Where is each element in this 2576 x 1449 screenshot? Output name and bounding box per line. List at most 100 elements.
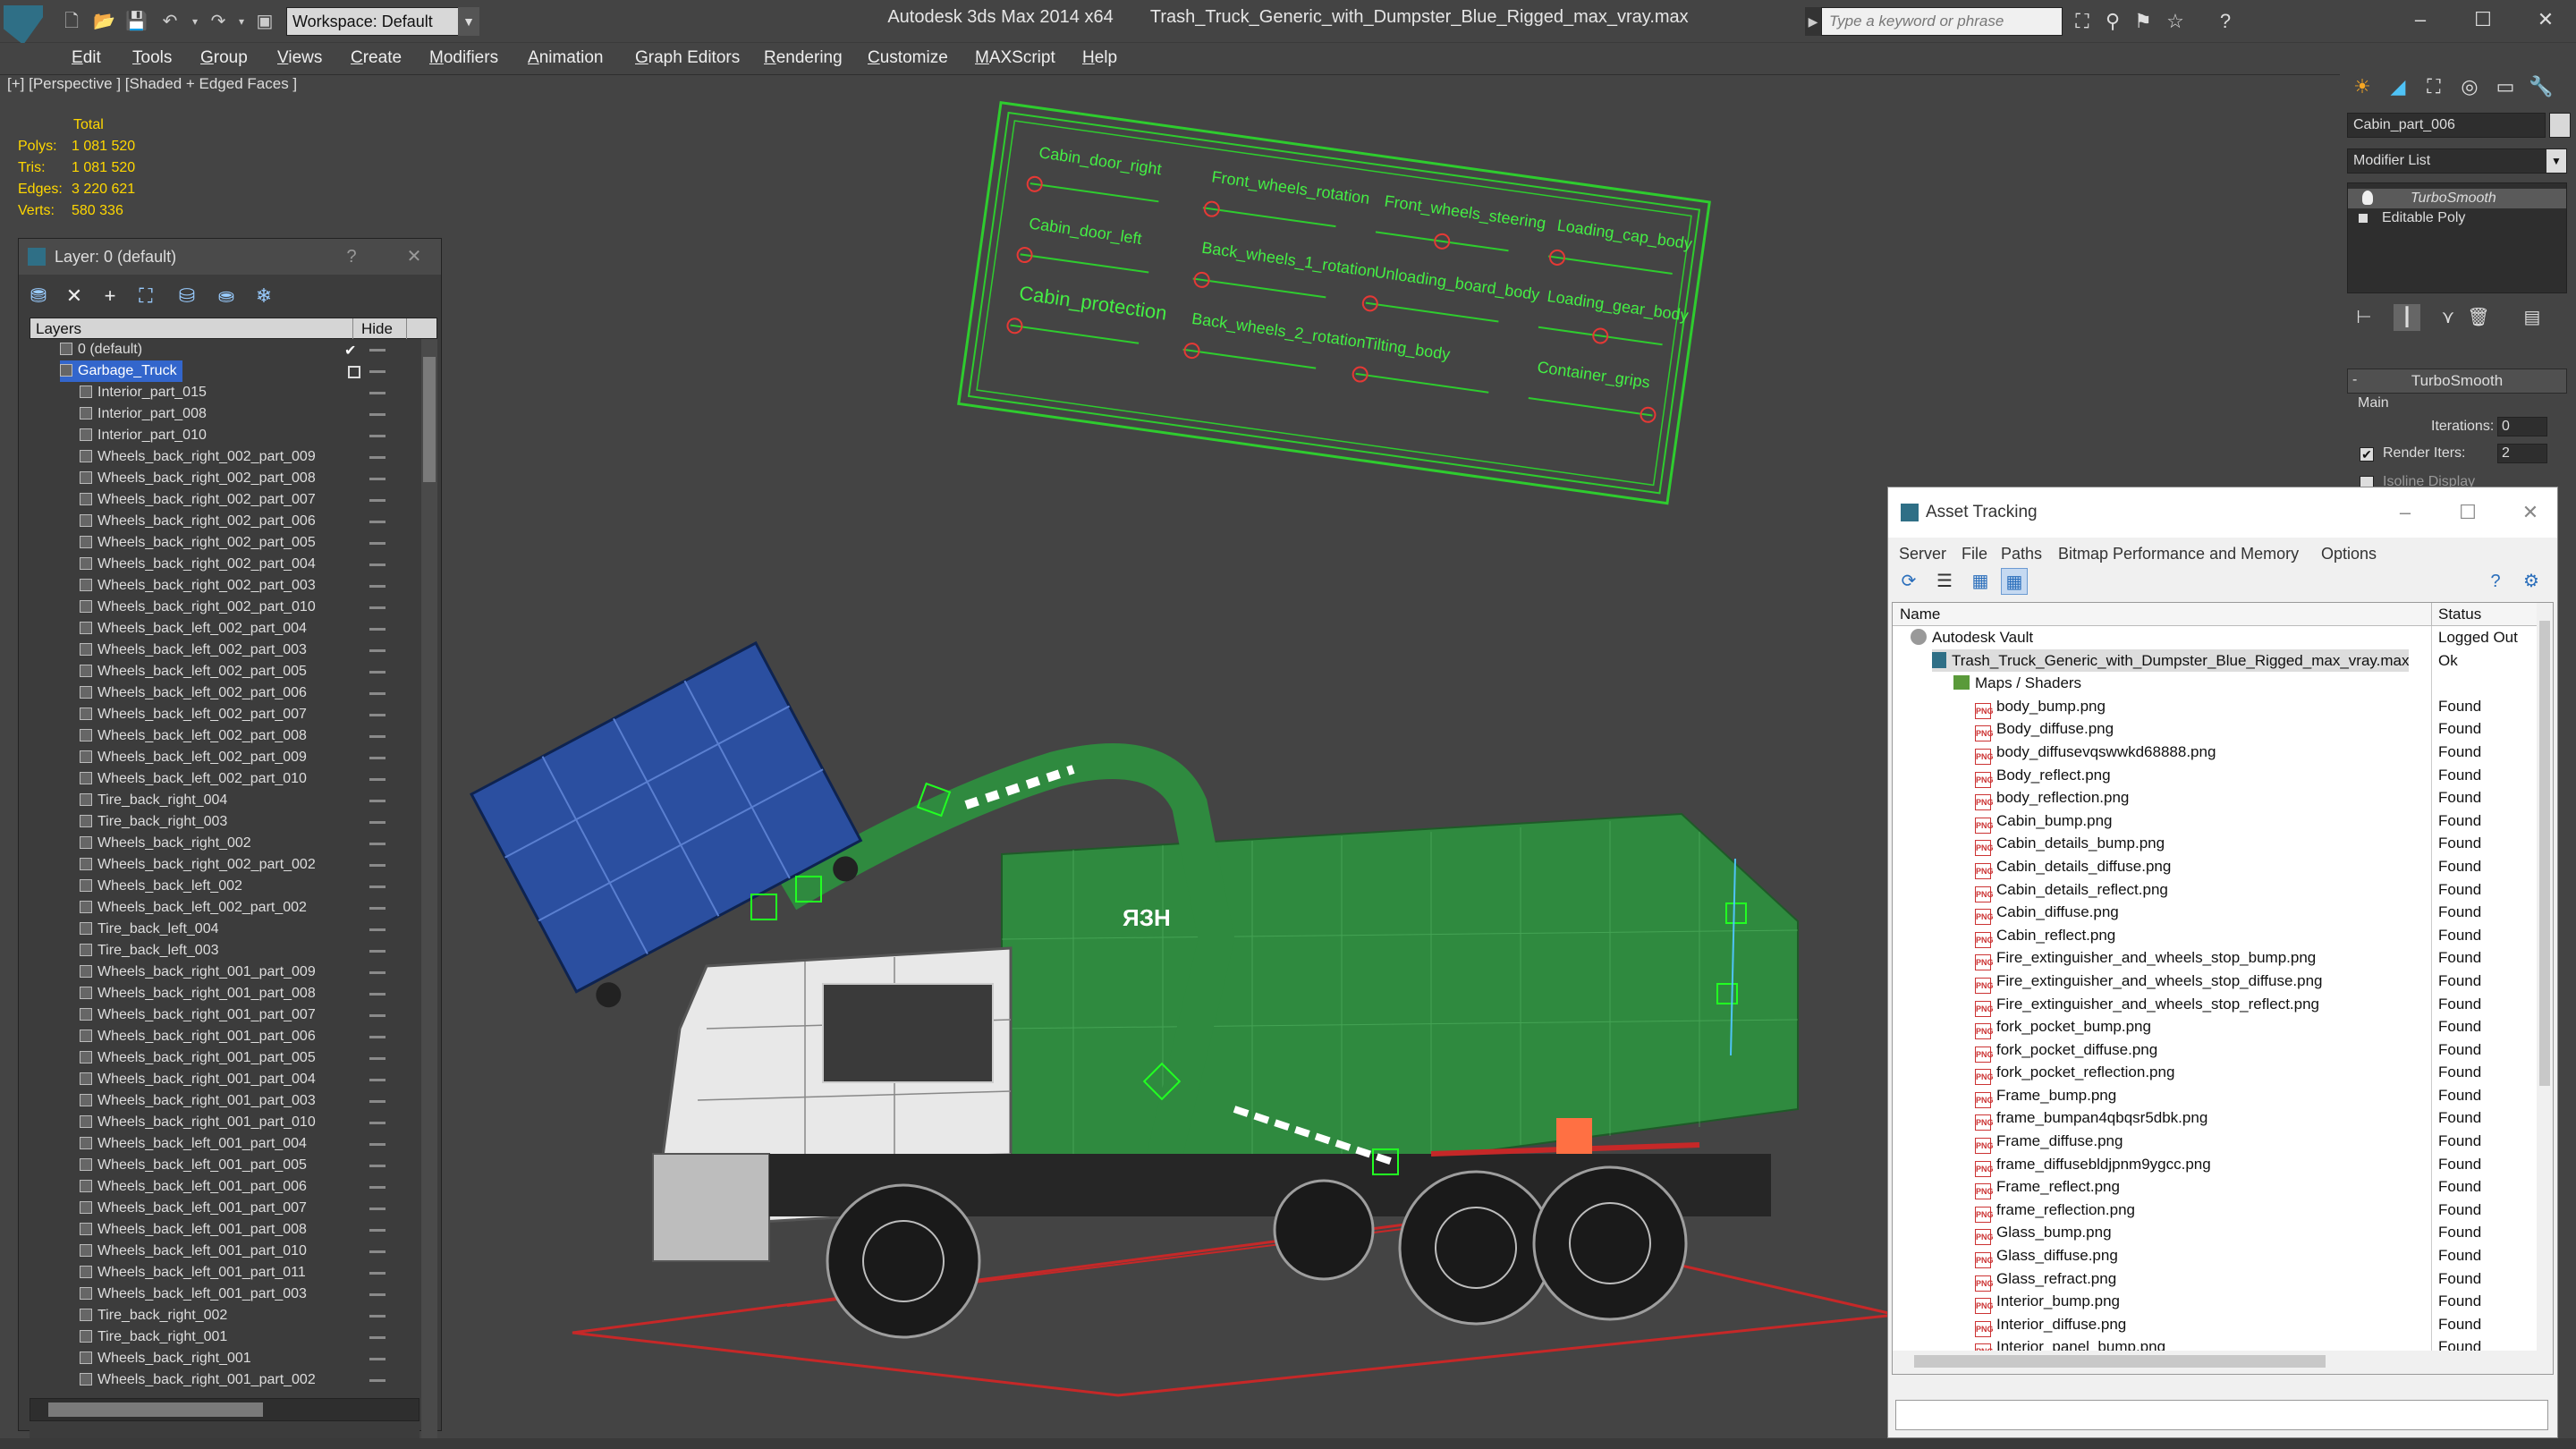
render-iters-checkbox[interactable]: ✔	[2360, 447, 2374, 462]
make-unique-icon[interactable]: ⋎	[2435, 304, 2462, 331]
layer-row[interactable]: Wheels_back_right_001_part_006	[30, 1026, 419, 1047]
asset-name[interactable]: PNG fork_pocket_bump.png	[1975, 1015, 2151, 1040]
layer-row[interactable]: Wheels_back_right_002_part_004	[30, 554, 419, 575]
layer-row[interactable]: Wheels_back_right_002_part_010	[30, 597, 419, 618]
asset-row[interactable]: PNG body_bump.png Found	[1893, 694, 2537, 719]
hide-toggle[interactable]	[369, 435, 386, 437]
hide-toggle[interactable]	[369, 1014, 386, 1017]
asset-name[interactable]: PNGInterior_panel_bump.png	[1975, 1335, 2165, 1351]
rig-label[interactable]: Tilting_body	[1363, 334, 1451, 364]
hide-toggle[interactable]	[369, 521, 386, 523]
layer-row[interactable]: Wheels_back_right_002_part_005	[30, 532, 419, 554]
rollout-collapse-icon[interactable]: -	[2352, 372, 2357, 388]
layer-row[interactable]: Wheels_back_right_002_part_007	[30, 489, 419, 511]
asset-name[interactable]: PNG Interior_diffuse.png	[1975, 1313, 2126, 1337]
layer-row[interactable]: Wheels_back_left_002_part_004	[30, 618, 419, 640]
layer-row-label[interactable]: 0 (default)	[60, 339, 142, 360]
asset-menu-options[interactable]: Options	[2321, 545, 2377, 564]
active-layer-checkbox[interactable]	[348, 366, 360, 378]
hide-toggle[interactable]	[369, 1057, 386, 1060]
layer-panel-close-button[interactable]: ✕	[396, 239, 432, 275]
asset-name[interactable]: Maps / Shaders	[1953, 672, 2081, 695]
asset-row[interactable]: PNG Cabin_details_reflect.png Found	[1893, 877, 2537, 902]
layer-row-label[interactable]: Tire_back_right_003	[80, 811, 227, 833]
layer-row-label[interactable]: Wheels_back_right_002_part_004	[80, 554, 316, 575]
layer-row[interactable]: Wheels_back_right_002_part_003	[30, 575, 419, 597]
hide-toggle[interactable]	[369, 649, 386, 652]
list-view-icon[interactable]: ☰	[1931, 568, 1958, 595]
asset-name[interactable]: PNG Glass_diffuse.png	[1975, 1244, 2118, 1269]
asset-name[interactable]: Trash_Truck_Generic_with_Dumpster_Blue_R…	[1932, 648, 2410, 673]
layer-row-label[interactable]: Wheels_back_right_002_part_006	[80, 511, 316, 532]
asset-name[interactable]: PNG body_diffusevqswwkd68888.png	[1975, 741, 2216, 765]
asset-name[interactable]: PNG Frame_reflect.png	[1975, 1175, 2120, 1200]
asset-row[interactable]: PNG body_diffusevqswwkd68888.png Found	[1893, 740, 2537, 765]
dropdown-arrow-icon[interactable]: ▼	[2546, 149, 2566, 173]
remove-modifier-icon[interactable]: 🗑	[2465, 304, 2492, 331]
hide-toggle[interactable]	[369, 971, 386, 974]
freeze-all-layers-icon[interactable]: ❄	[248, 278, 280, 314]
object-color-swatch[interactable]	[2549, 113, 2571, 138]
hide-toggle[interactable]	[369, 735, 386, 738]
create-tab-icon[interactable]: ☀	[2347, 72, 2377, 102]
select-objects-icon[interactable]: ⛶	[130, 278, 162, 314]
layer-row-label[interactable]: Wheels_back_left_002_part_007	[80, 704, 307, 725]
pin-stack-icon[interactable]: ⊢	[2351, 304, 2377, 331]
turbosmooth-rollout-header[interactable]: TurboSmooth	[2347, 369, 2567, 394]
asset-name[interactable]: PNG fork_pocket_reflection.png	[1975, 1061, 2174, 1086]
asset-menu-file[interactable]: File	[1962, 545, 1987, 564]
hide-toggle[interactable]	[369, 1079, 386, 1081]
asset-minimize-button[interactable]: –	[2378, 495, 2432, 530]
layer-row[interactable]: Wheels_back_left_001_part_008	[30, 1219, 419, 1241]
asset-settings-icon[interactable]: ⚙	[2518, 568, 2545, 595]
layer-row-label[interactable]: Wheels_back_left_001_part_008	[80, 1219, 307, 1241]
asset-table-hscrollbar[interactable]	[1893, 1351, 2553, 1374]
layer-row[interactable]: Wheels_back_right_001_part_002	[30, 1369, 419, 1391]
layer-row[interactable]: Tire_back_right_002	[30, 1305, 419, 1326]
col-hide[interactable]: Hide	[361, 320, 393, 338]
hide-toggle[interactable]	[369, 1036, 386, 1038]
asset-name[interactable]: PNG body_bump.png	[1975, 695, 2106, 719]
asset-row[interactable]: PNG Glass_diffuse.png Found	[1893, 1244, 2537, 1269]
hide-toggle[interactable]	[369, 928, 386, 931]
asset-path-field[interactable]	[1895, 1400, 2548, 1430]
asset-name[interactable]: PNG Glass_bump.png	[1975, 1221, 2112, 1246]
layer-row[interactable]: Wheels_back_right_001_part_010	[30, 1112, 419, 1133]
layer-row[interactable]: Wheels_back_right_002_part_008	[30, 468, 419, 489]
hide-toggle[interactable]	[369, 843, 386, 845]
asset-maximize-button[interactable]: ☐	[2441, 495, 2495, 530]
asset-row[interactable]: PNG fork_pocket_diffuse.png Found	[1893, 1038, 2537, 1063]
asset-row[interactable]: PNG Interior_diffuse.png Found	[1893, 1312, 2537, 1337]
stack-item-editable-poly[interactable]: Editable Poly	[2355, 208, 2465, 228]
asset-name[interactable]: PNG Fire_extinguisher_and_wheels_stop_bum…	[1975, 946, 2316, 971]
layer-row[interactable]: Tire_back_left_004	[30, 919, 419, 940]
layer-row-label[interactable]: Wheels_back_right_002_part_002	[80, 854, 316, 876]
layer-row-label[interactable]: Interior_part_010	[80, 425, 207, 446]
show-end-result-icon[interactable]: ┃	[2394, 304, 2420, 331]
refresh-icon[interactable]: ⟳	[1895, 568, 1922, 595]
layer-row-label[interactable]: Wheels_back_left_001_part_011	[80, 1262, 306, 1284]
asset-row[interactable]: PNG Frame_bump.png Found	[1893, 1083, 2537, 1108]
hide-toggle[interactable]	[369, 478, 386, 480]
layer-row[interactable]: Wheels_back_left_002	[30, 876, 419, 897]
asset-name[interactable]: PNG body_reflection.png	[1975, 786, 2129, 811]
asset-table-scrollbar[interactable]	[2537, 603, 2553, 1351]
asset-row[interactable]: PNG Fire_extinguisher_and_wheels_stop_dif…	[1893, 969, 2537, 994]
hide-toggle[interactable]	[369, 1229, 386, 1232]
hide-toggle[interactable]	[369, 1165, 386, 1167]
rig-label[interactable]: Front_wheels_steering	[1383, 192, 1546, 233]
layer-row[interactable]: Wheels_back_left_002_part_006	[30, 682, 419, 704]
asset-row[interactable]: PNG Fire_extinguisher_and_wheels_stop_ref…	[1893, 992, 2537, 1017]
object-name-field[interactable]: Cabin_part_006	[2347, 113, 2546, 138]
layer-row-label[interactable]: Wheels_back_right_001_part_009	[80, 962, 316, 983]
asset-name[interactable]: PNG Cabin_reflect.png	[1975, 924, 2115, 948]
layer-row[interactable]: Wheels_back_right_001_part_003	[30, 1090, 419, 1112]
asset-name[interactable]: PNG fork_pocket_diffuse.png	[1975, 1038, 2157, 1063]
layer-row[interactable]: Wheels_back_right_001_part_005	[30, 1047, 419, 1069]
layer-list-hscrollbar[interactable]	[30, 1398, 419, 1421]
layer-row[interactable]: Wheels_back_right_002	[30, 833, 419, 854]
layer-row-label[interactable]: Wheels_back_right_001_part_005	[80, 1047, 316, 1069]
layer-row[interactable]: Wheels_back_left_002_part_003	[30, 640, 419, 661]
asset-row[interactable]: Trash_Truck_Generic_with_Dumpster_Blue_R…	[1893, 648, 2537, 673]
layer-row-label[interactable]: Wheels_back_left_002_part_009	[80, 747, 307, 768]
